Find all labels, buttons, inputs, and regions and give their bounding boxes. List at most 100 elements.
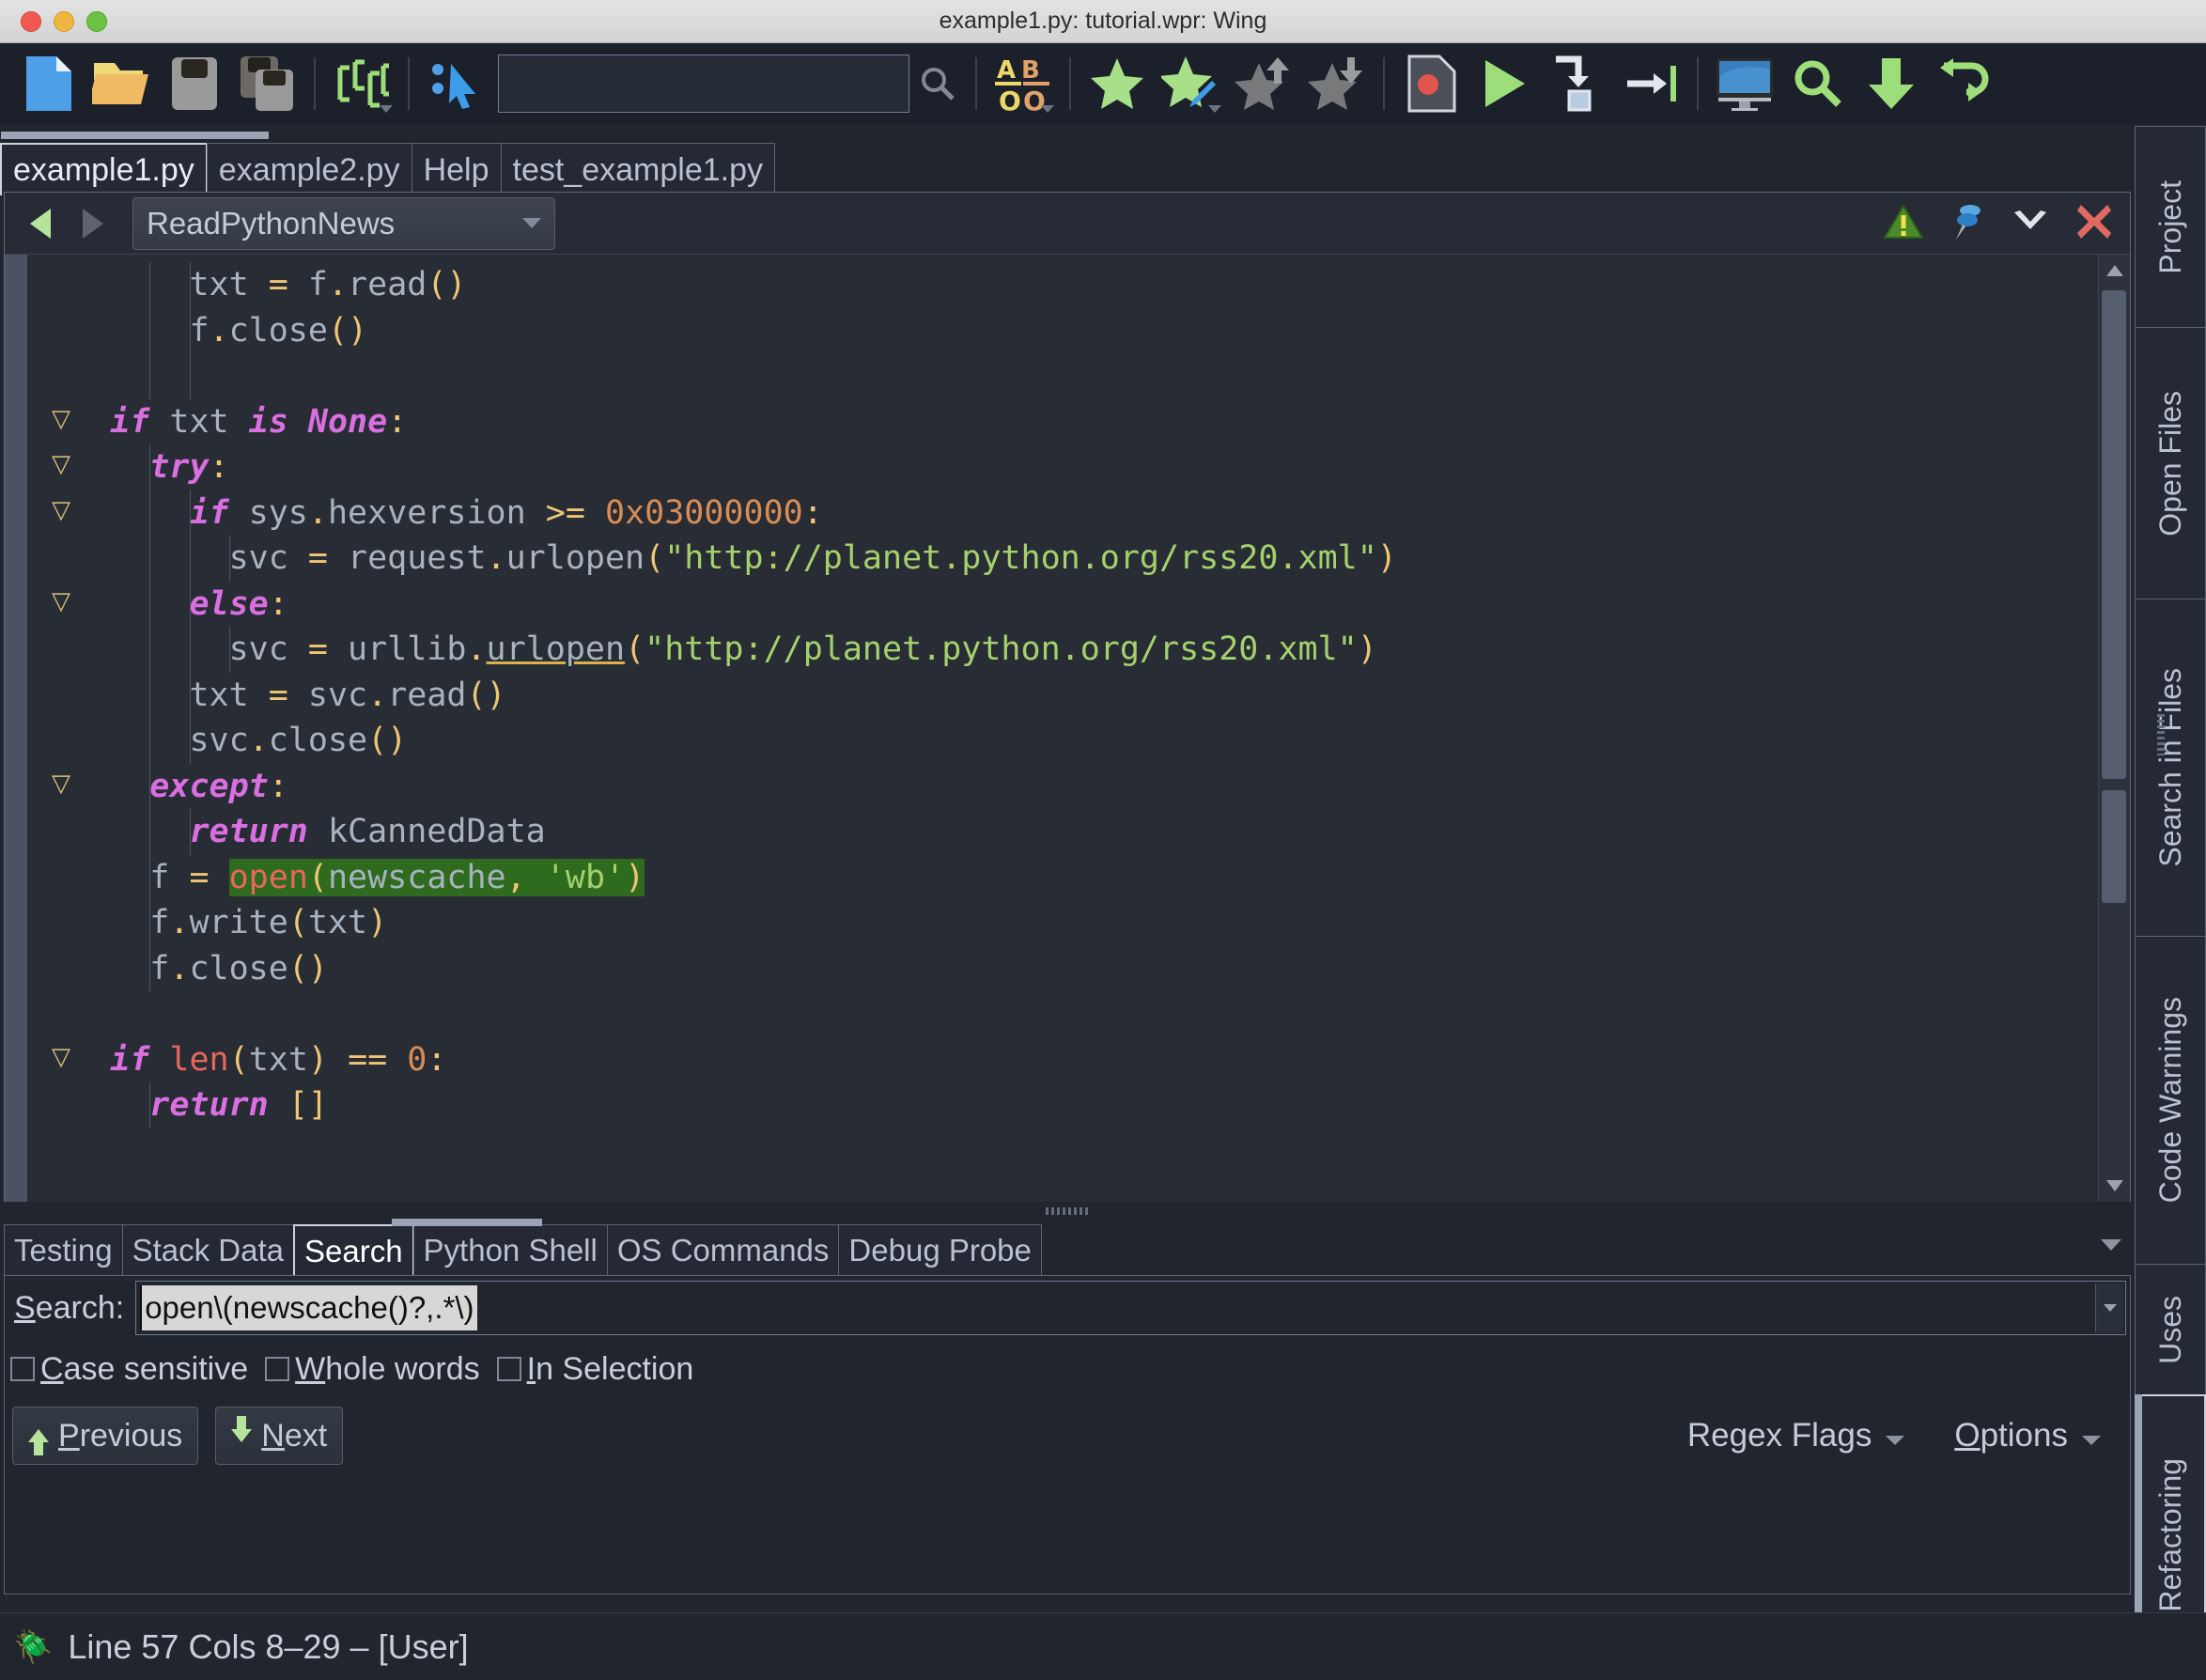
chevron-down-icon[interactable] <box>1041 105 1054 113</box>
checkbox-whole-words[interactable]: Whole words <box>265 1351 480 1388</box>
regex-flags-menu[interactable]: Regex Flags <box>1687 1417 1905 1454</box>
code-line[interactable] <box>70 353 2096 399</box>
editor-vertical-scrollbar[interactable] <box>2098 255 2130 1202</box>
minimize-window-button[interactable] <box>54 11 74 32</box>
close-window-button[interactable] <box>21 11 41 32</box>
file-tab-help[interactable]: Help <box>411 143 502 195</box>
code-line[interactable]: if sys.hexversion >= 0x03000000: <box>70 490 2096 536</box>
code-line[interactable]: if len(txt) == 0: <box>70 1037 2096 1083</box>
right-tab-project[interactable]: Project <box>2135 126 2206 328</box>
options-menu[interactable]: Options <box>1954 1417 2102 1454</box>
save-all-icon[interactable] <box>231 47 304 120</box>
bottom-tab-stack-data[interactable]: Stack Data <box>121 1224 294 1275</box>
fold-toggle-icon[interactable]: ▽ <box>52 771 70 796</box>
show-desktop-icon[interactable] <box>1708 47 1781 120</box>
checkbox-box[interactable] <box>496 1357 521 1381</box>
code-line[interactable]: try: <box>70 444 2096 490</box>
checkbox-case-sensitive[interactable]: Case sensitive <box>10 1351 248 1388</box>
chevron-down-icon[interactable] <box>380 105 393 113</box>
bottom-tab-python-shell[interactable]: Python Shell <box>412 1224 608 1275</box>
bookmark-next-icon[interactable] <box>1300 47 1374 120</box>
checkbox-box[interactable] <box>10 1357 35 1381</box>
code-line[interactable] <box>70 991 2096 1037</box>
select-pointer-icon[interactable] <box>419 47 492 120</box>
search-input[interactable]: open\(newscache()?,.*\) <box>135 1281 2126 1335</box>
bottom-tab-os-commands[interactable]: OS Commands <box>606 1224 840 1275</box>
next-button[interactable]: Next <box>215 1407 344 1465</box>
file-tab-test-example1-py[interactable]: test_example1.py <box>500 143 775 195</box>
code-line[interactable]: svc = request.urlopen("http://planet.pyt… <box>70 536 2096 582</box>
chevron-down-icon[interactable] <box>2012 209 2049 239</box>
toolbar-search-input[interactable] <box>498 54 909 113</box>
panel-splitter[interactable] <box>4 1204 2131 1219</box>
bottom-tab-testing[interactable]: Testing <box>4 1224 123 1275</box>
fold-toggle-icon[interactable]: ▽ <box>52 407 70 431</box>
bottom-tab-debug-probe[interactable]: Debug Probe <box>838 1224 1042 1275</box>
editor-body[interactable]: ▽ ▽ ▽ ▽ ▽ ▽ txt = f.read() f.close() if txt i… <box>5 255 2130 1202</box>
search-input-value[interactable]: open\(newscache()?,.*\) <box>140 1285 477 1330</box>
scroll-up-arrow[interactable] <box>2099 255 2130 287</box>
previous-button[interactable]: Previous <box>12 1407 199 1465</box>
restart-icon[interactable] <box>1928 47 2001 120</box>
checkbox-in-selection[interactable]: In Selection <box>496 1351 693 1388</box>
fold-toggle-icon[interactable]: ▽ <box>52 1045 70 1069</box>
fold-toggle-icon[interactable]: ▽ <box>52 452 70 476</box>
code-line[interactable]: txt = svc.read() <box>70 672 2096 718</box>
code-line[interactable]: svc.close() <box>70 718 2096 764</box>
chevron-down-icon[interactable] <box>1208 105 1221 113</box>
bottom-panel-menu-icon[interactable] <box>2101 1239 2121 1251</box>
right-tab-code-warnings[interactable]: Code Warnings <box>2135 936 2206 1265</box>
right-tab-uses[interactable]: Uses <box>2135 1264 2206 1395</box>
code-line[interactable]: f.close() <box>70 307 2096 353</box>
code-line[interactable]: return kCannedData <box>70 809 2096 855</box>
run-debug-icon[interactable] <box>1468 47 1541 120</box>
right-tab-search-in-files[interactable]: Search in Files <box>2135 599 2206 937</box>
close-icon[interactable] <box>2075 203 2113 244</box>
fold-toggle-icon[interactable]: ▽ <box>52 589 70 614</box>
scope-selector[interactable]: ReadPythonNews <box>132 196 555 250</box>
bookmark-prev-icon[interactable] <box>1227 47 1300 120</box>
step-over-icon[interactable] <box>1614 47 1687 120</box>
warning-icon[interactable] <box>1883 204 1924 243</box>
scrollbar-thumb[interactable] <box>2102 790 2126 903</box>
search-icon[interactable] <box>909 65 966 102</box>
open-file-icon[interactable] <box>85 47 158 120</box>
nav-back-icon[interactable] <box>14 193 67 255</box>
bookmark-star-edit-icon[interactable] <box>1154 47 1227 120</box>
code-line[interactable]: else: <box>70 581 2096 627</box>
file-tab-example2-py[interactable]: example2.py <box>206 143 412 195</box>
bottom-tab-search[interactable]: Search <box>292 1224 414 1275</box>
code-content[interactable]: txt = f.read() f.close() if txt is None:… <box>70 255 2096 1202</box>
breakpoint-file-icon[interactable] <box>1394 47 1468 120</box>
save-file-icon[interactable] <box>158 47 231 120</box>
fold-toggle-icon[interactable]: ▽ <box>52 498 70 522</box>
code-line[interactable]: except: <box>70 763 2096 809</box>
code-line[interactable]: f.write(txt) <box>70 900 2096 946</box>
file-tab-example1-py[interactable]: example1.py <box>0 143 208 195</box>
step-into-icon[interactable] <box>1541 47 1614 120</box>
indentation-icon[interactable] <box>325 47 398 120</box>
fold-column[interactable]: ▽ ▽ ▽ ▽ ▽ ▽ <box>27 255 70 1202</box>
maximize-window-button[interactable] <box>86 11 107 32</box>
step-down-icon[interactable] <box>1855 47 1928 120</box>
splitter-grip[interactable] <box>1046 1207 1089 1215</box>
code-line[interactable]: svc = urllib.urlopen("http://planet.pyth… <box>70 627 2096 673</box>
code-line[interactable]: txt = f.read() <box>70 262 2096 308</box>
code-line[interactable]: f = open(newscache, 'wb') <box>70 854 2096 900</box>
nav-forward-icon[interactable] <box>67 193 119 255</box>
bookmark-star-icon[interactable] <box>1080 47 1154 120</box>
scroll-down-arrow[interactable] <box>2099 1170 2130 1202</box>
checkbox-box[interactable] <box>265 1357 290 1381</box>
pin-icon[interactable] <box>1950 202 1985 245</box>
replace-ab-icon[interactable]: A B O O <box>986 47 1060 120</box>
right-panel-grip[interactable] <box>2157 714 2165 755</box>
code-line[interactable]: if txt is None: <box>70 399 2096 445</box>
new-file-icon[interactable] <box>11 47 85 120</box>
debug-search-icon[interactable] <box>1781 47 1855 120</box>
code-line[interactable]: return [] <box>70 1082 2096 1128</box>
code-line[interactable]: f.close() <box>70 945 2096 991</box>
search-history-dropdown[interactable] <box>2095 1283 2123 1332</box>
scrollbar-thumb-upper[interactable] <box>2102 290 2126 779</box>
right-tab-open-files[interactable]: Open Files <box>2135 327 2206 599</box>
